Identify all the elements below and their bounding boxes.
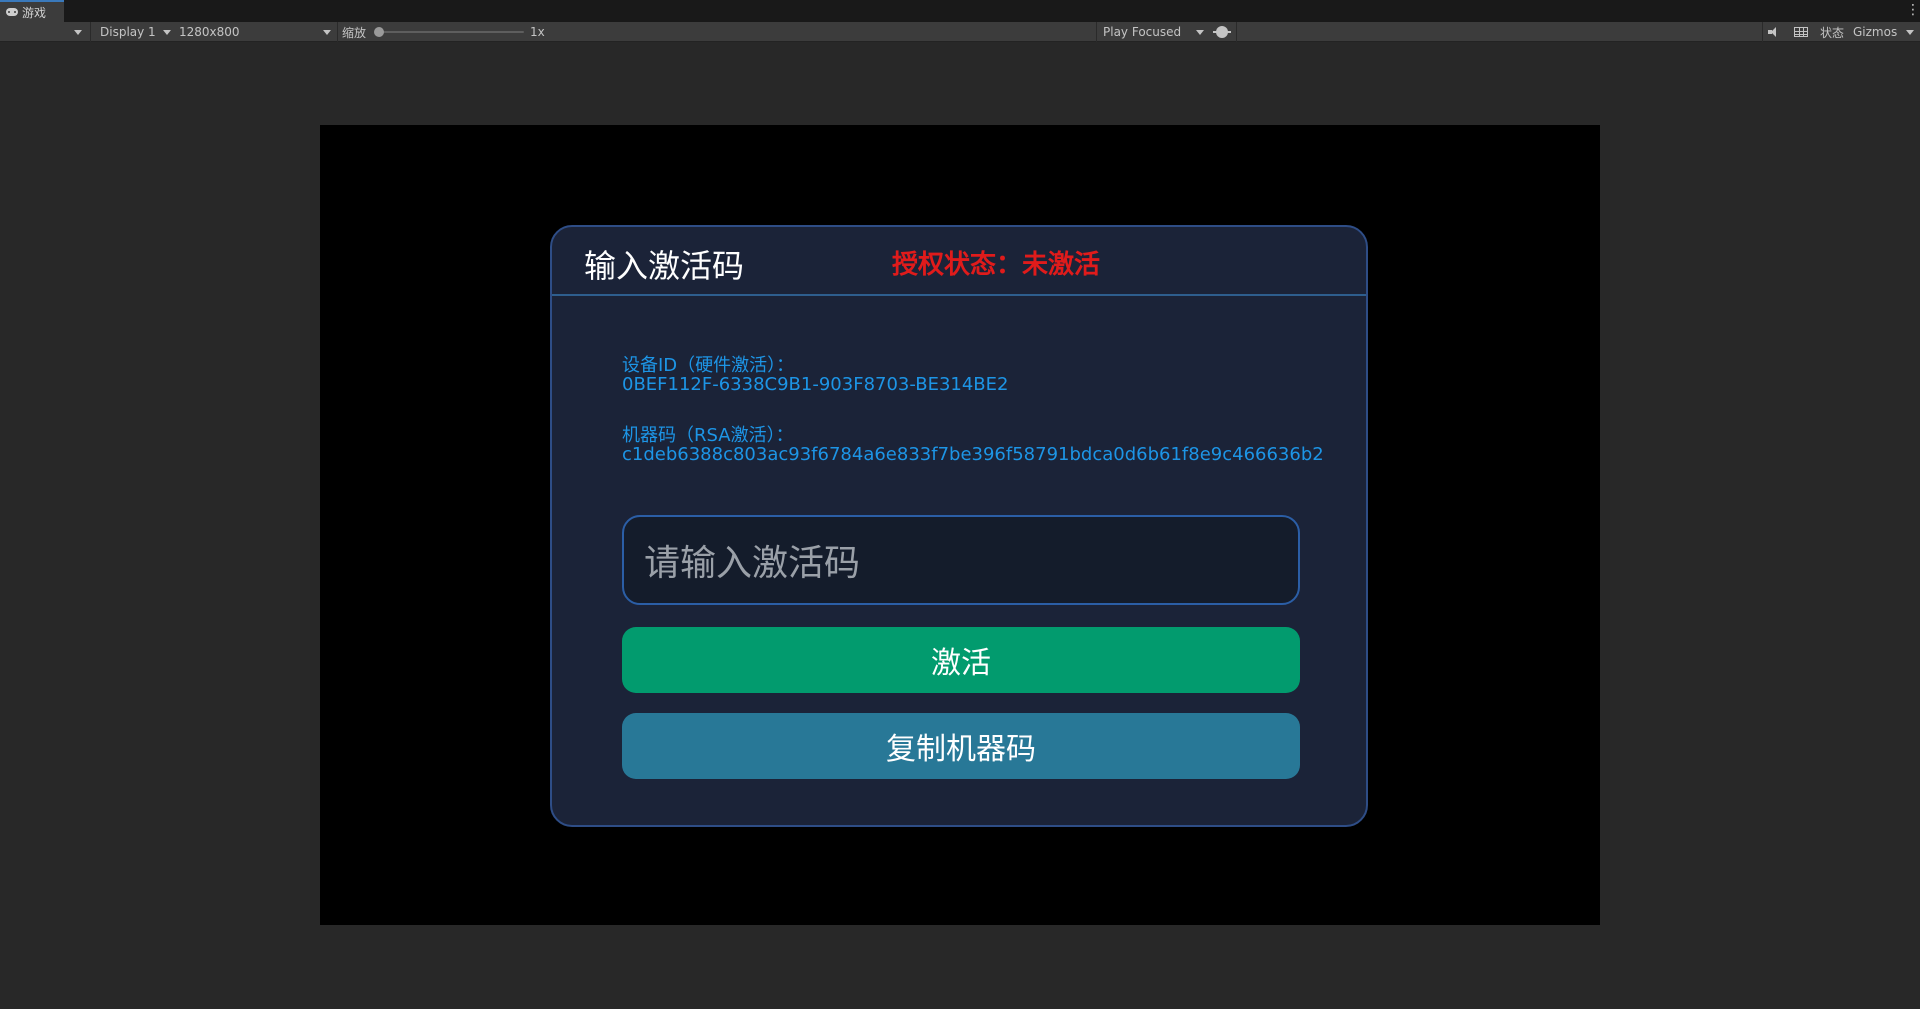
dialog-divider bbox=[552, 294, 1366, 296]
game-dropdown-caret[interactable] bbox=[74, 22, 82, 42]
activate-button-label: 激活 bbox=[931, 646, 991, 681]
display-select-caret[interactable] bbox=[163, 22, 171, 42]
scale-slider-thumb[interactable] bbox=[374, 27, 384, 37]
toolbar-divider bbox=[1096, 22, 1097, 42]
scale-label: 缩放 bbox=[342, 22, 366, 42]
game-viewport: 输入激活码 授权状态：未激活 设备ID（硬件激活）： 0BEF112F-6338… bbox=[320, 125, 1600, 925]
copy-machine-code-button[interactable]: 复制机器码 bbox=[622, 713, 1300, 779]
copy-machine-code-label: 复制机器码 bbox=[886, 732, 1036, 767]
activation-code-input[interactable]: 请输入激活码 bbox=[622, 515, 1300, 605]
gizmos-button[interactable]: Gizmos bbox=[1853, 22, 1897, 42]
activate-button[interactable]: 激活 bbox=[622, 627, 1300, 693]
chevron-down-icon bbox=[74, 29, 82, 35]
activation-code-placeholder: 请输入激活码 bbox=[644, 543, 861, 584]
game-view-tab-label: 游戏 bbox=[22, 5, 47, 20]
keyboard-icon bbox=[1794, 27, 1808, 37]
activation-dialog: 输入激活码 授权状态：未激活 设备ID（硬件激活）： 0BEF112F-6338… bbox=[550, 225, 1368, 827]
speaker-icon bbox=[1768, 27, 1780, 37]
stats-label: 状态 bbox=[1820, 25, 1845, 40]
resolution-select-caret[interactable] bbox=[323, 22, 331, 42]
bug-icon bbox=[1213, 26, 1231, 38]
keyboard-shortcuts-button[interactable] bbox=[1794, 22, 1808, 42]
license-status: 授权状态：未激活 bbox=[892, 250, 1101, 280]
gamepad-icon bbox=[6, 8, 18, 16]
toolbar-divider bbox=[90, 22, 91, 42]
game-view-tab[interactable]: 游戏 bbox=[0, 0, 64, 22]
display-select[interactable]: Display 1 bbox=[100, 22, 156, 42]
mute-audio-button[interactable] bbox=[1768, 22, 1780, 42]
chevron-down-icon bbox=[323, 29, 331, 35]
display-select-label: Display 1 bbox=[100, 25, 156, 39]
chevron-down-icon bbox=[163, 29, 171, 35]
resolution-select-label: 1280x800 bbox=[179, 25, 240, 39]
editor-tab-bar: 游戏 ⋮ bbox=[0, 0, 1920, 22]
play-mode-label: Play Focused bbox=[1103, 25, 1182, 39]
toolbar-divider bbox=[337, 22, 338, 42]
scale-slider-track[interactable] bbox=[376, 31, 524, 33]
machine-code-value: c1deb6388c803ac93f6784a6e833f7be396f5879… bbox=[622, 444, 1324, 465]
scale-label-text: 缩放 bbox=[342, 25, 367, 40]
stats-button[interactable]: 状态 bbox=[1820, 22, 1844, 42]
scale-value: 1x bbox=[530, 22, 545, 42]
play-mode-select[interactable]: Play Focused bbox=[1103, 22, 1181, 42]
play-mode-caret[interactable] bbox=[1196, 22, 1204, 42]
chevron-down-icon bbox=[1906, 29, 1914, 35]
gizmos-label: Gizmos bbox=[1853, 25, 1898, 39]
chevron-down-icon bbox=[1196, 29, 1204, 35]
toolbar-divider bbox=[1236, 22, 1237, 42]
toolbar-divider bbox=[1762, 22, 1763, 42]
frame-debugger-button[interactable] bbox=[1213, 22, 1231, 42]
resolution-select[interactable]: 1280x800 bbox=[179, 22, 240, 42]
device-id-value: 0BEF112F-6338C9B1-903F8703-BE314BE2 bbox=[622, 374, 1009, 395]
dialog-title: 输入激活码 bbox=[584, 247, 745, 285]
scale-value-text: 1x bbox=[530, 25, 545, 39]
more-options-icon[interactable]: ⋮ bbox=[1906, 2, 1920, 18]
game-view-toolbar: Display 1 1280x800 缩放 1x Play Focused 状态… bbox=[0, 22, 1920, 42]
gizmos-caret[interactable] bbox=[1906, 22, 1914, 42]
